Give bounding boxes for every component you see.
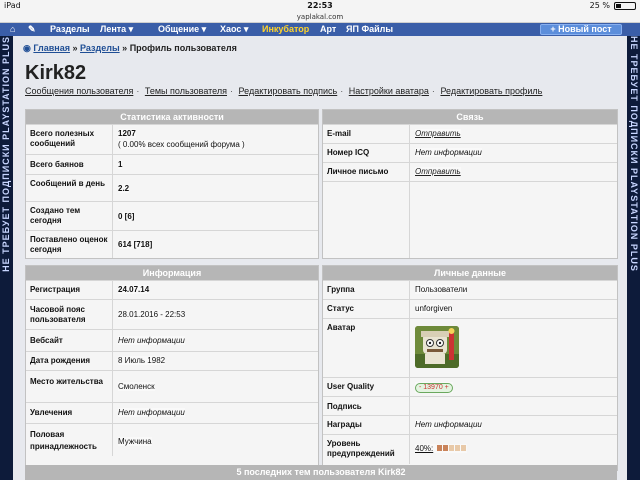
pm-send-link[interactable]: Отправить [415, 167, 461, 176]
personal-row: Уровень предупреждений 40%: [323, 434, 617, 464]
stats-panel: Статистика активности Всего полезных соо… [25, 109, 319, 259]
nav-item-chaos[interactable]: Хаос ▾ [220, 24, 248, 35]
info-row: Половая принадлежность Мужчина [26, 423, 318, 456]
user-quality-badge[interactable]: - 13970 + [415, 383, 453, 393]
main-nav: ⌂ ✎ Разделы Лента ▾ Общение ▾ Хаос ▾ Инк… [0, 23, 640, 36]
nav-item-sections[interactable]: Разделы [50, 24, 90, 34]
nav-item-talk[interactable]: Общение ▾ [158, 24, 206, 35]
stats-row: Поставлено оценок сегодня 614 [718] [26, 230, 318, 258]
info-row: Часовой пояс пользователя 28.01.2016 - 2… [26, 299, 318, 329]
personal-row: User Quality - 13970 + [323, 377, 617, 396]
nav-item-incubator[interactable]: Инкубатор [262, 24, 309, 34]
stats-row: Всего баянов 1 [26, 154, 318, 174]
contact-panel: Связь E-mail Отправить Номер ICQ Нет инф… [322, 109, 618, 259]
side-banner-text: НЕ ТРЕБУЕТ ПОДПИСКИ PLAYSTATION PLUS [629, 36, 639, 272]
info-row: Регистрация 24.07.14 [26, 280, 318, 299]
link-edit-profile[interactable]: Редактировать профиль [440, 86, 542, 96]
contact-row: E-mail Отправить [323, 124, 617, 143]
stats-row: Создано тем сегодня 0 [6] [26, 201, 318, 230]
battery-icon [614, 2, 636, 10]
address-bar[interactable]: yaplakal.com [0, 12, 640, 23]
personal-row: Группа Пользователи [323, 280, 617, 299]
personal-row: Аватар [323, 318, 617, 377]
side-banner-text: НЕ ТРЕБУЕТ ПОДПИСКИ PLAYSTATION PLUS [1, 36, 11, 272]
warning-level-link[interactable]: 40%: [415, 444, 433, 453]
email-send-link[interactable]: Отправить [415, 129, 461, 138]
link-user-posts[interactable]: Сообщения пользователя [25, 86, 133, 96]
recent-topics-title: 5 последних тем пользователя Kirk82 [25, 465, 617, 480]
personal-panel-title: Личные данные [323, 266, 617, 280]
breadcrumb: ◉ Главная » Разделы » Профиль пользовате… [23, 43, 237, 53]
info-panel-title: Информация [26, 266, 318, 280]
edit-icon[interactable]: ✎ [28, 24, 36, 35]
link-user-topics[interactable]: Темы пользователя [145, 86, 227, 96]
nav-item-feed[interactable]: Лента ▾ [100, 24, 133, 35]
page-title: Kirk82 [25, 62, 87, 84]
info-row: Вебсайт Нет информации [26, 329, 318, 351]
contact-row: Номер ICQ Нет информации [323, 143, 617, 162]
page-content: ◉ Главная » Разделы » Профиль пользовате… [13, 36, 627, 480]
side-banner-right[interactable]: НЕ ТРЕБУЕТ ПОДПИСКИ PLAYSTATION PLUS [627, 36, 640, 480]
profile-links: Сообщения пользователя · Темы пользовател… [25, 86, 543, 96]
info-row: Дата рождения 8 Июль 1982 [26, 351, 318, 370]
status-bar: iPad 22:53 25 % [0, 0, 640, 12]
link-edit-signature[interactable]: Редактировать подпись [239, 86, 338, 96]
clock: 22:53 [307, 1, 333, 10]
contact-panel-title: Связь [323, 110, 617, 124]
stats-panel-title: Статистика активности [26, 110, 318, 124]
stats-row: Всего полезных сообщений 1207 ( 0.00% вс… [26, 124, 318, 154]
breadcrumb-current: Профиль пользователя [129, 43, 237, 53]
info-row: Увлечения Нет информации [26, 402, 318, 423]
breadcrumb-home-link[interactable]: Главная [33, 43, 70, 53]
stats-row: Сообщений в день 2.2 [26, 174, 318, 201]
new-post-button[interactable]: + Новый пост [540, 24, 622, 35]
battery-percent: 25 % [589, 1, 610, 10]
avatar-image [415, 326, 459, 368]
personal-row: Статус unforgiven [323, 299, 617, 318]
nav-item-files[interactable]: ЯП Файлы [346, 24, 393, 34]
personal-row: Подпись [323, 396, 617, 415]
info-panel: Информация Регистрация 24.07.14 Часовой … [25, 265, 319, 471]
personal-panel: Личные данные Группа Пользователи Статус… [322, 265, 618, 471]
side-banner-left[interactable]: НЕ ТРЕБУЕТ ПОДПИСКИ PLAYSTATION PLUS [0, 36, 13, 480]
contact-row: Личное письмо Отправить [323, 162, 617, 181]
personal-row: Награды Нет информации [323, 415, 617, 434]
avatar [415, 326, 459, 368]
breadcrumb-sections-link[interactable]: Разделы [80, 43, 120, 53]
warning-level-bar [437, 444, 467, 453]
nav-item-art[interactable]: Арт [320, 24, 336, 34]
link-avatar-settings[interactable]: Настройки аватара [349, 86, 429, 96]
breadcrumb-icon: ◉ [23, 43, 31, 53]
info-row: Место жительства Смоленск [26, 370, 318, 402]
home-icon[interactable]: ⌂ [10, 24, 15, 34]
